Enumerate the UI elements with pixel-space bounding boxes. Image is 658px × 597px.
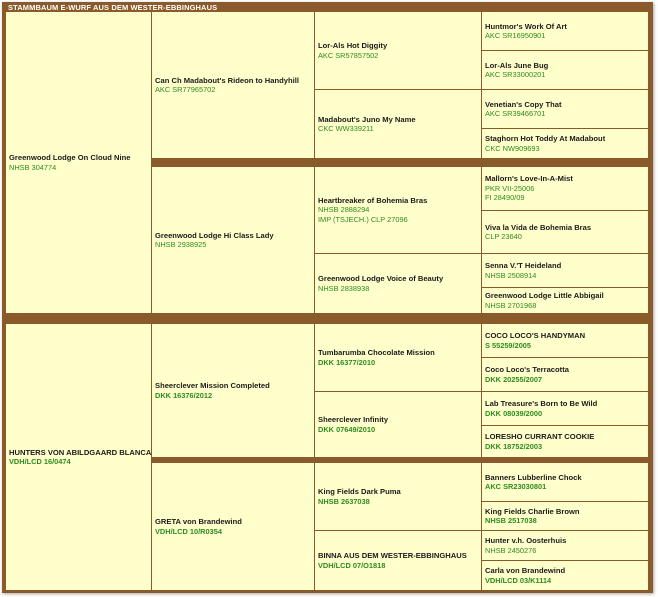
registration: NHSB 304774 <box>9 162 57 172</box>
dog-name: Staghorn Hot Toddy At Madabout <box>485 134 606 143</box>
registration: DKK 16377/2010 <box>318 357 376 367</box>
registration: AKC SR57857502 <box>318 50 379 60</box>
dog-name: Banners Lubberline Chock <box>485 472 582 482</box>
dog-name: Tumbarumba Chocolate Mission <box>318 348 435 357</box>
pedigree-cell-ssdd: Staghorn Hot Toddy At Madabout CKC NW909… <box>482 129 648 158</box>
pedigree-cell-ddss: Banners Lubberline Chock AKC SR23030801 <box>482 463 648 501</box>
dog-name: COCO LOCO'S HANDYMAN <box>485 331 586 340</box>
registration: NHSB 2508914 <box>485 270 537 280</box>
pedigree-cell-dsss: COCO LOCO'S HANDYMAN S 55259/2005 <box>482 324 648 357</box>
registration: PKR VII-25006 <box>485 183 535 193</box>
registration: CLP 23640 <box>485 232 522 241</box>
registration: VDH/LCD 07/O1818 <box>318 560 386 570</box>
dog-name: King Fields Dark Puma <box>318 487 401 496</box>
pedigree-cell-dsdd: LORESHO CURRANT COOKIE DKK 18752/2003 <box>482 426 648 457</box>
pedigree-cell-sdsd: Viva la Vida de Bohemia Bras CLP 23640 <box>482 211 648 253</box>
registration: AKC SR33000201 <box>485 70 546 79</box>
dog-name: GRETA von Brandewind <box>155 517 242 526</box>
pedigree-cell-dd: GRETA von Brandewind VDH/LCD 10/R0354 <box>152 463 314 590</box>
pedigree-cell-sddd: Greenwood Lodge Little Abbigail NHSB 270… <box>482 288 648 313</box>
pedigree-cell-sssd: Lor-Als June Bug AKC SR33000201 <box>482 51 648 89</box>
pedigree-cell-dsd: Sheerclever Infinity DKK 07649/2010 <box>315 392 481 457</box>
pedigree-cell-sdss: Mallorn's Love-In-A-Mist PKR VII-25006 F… <box>482 167 648 210</box>
dog-name: Mallorn's Love-In-A-Mist <box>485 174 573 184</box>
registration: NHSB 2938925 <box>155 240 207 249</box>
pedigree-cell-sdd: Greenwood Lodge Voice of Beauty NHSB 283… <box>315 254 481 313</box>
dog-name: Lor-Als Hot Diggity <box>318 41 388 50</box>
dog-name: Carla von Brandewind <box>485 566 566 575</box>
registration: VDH/LCD 03/K1114 <box>485 575 552 585</box>
pedigree-cell-dss: Tumbarumba Chocolate Mission DKK 16377/2… <box>315 324 481 391</box>
pedigree-cell-sire: Greenwood Lodge On Cloud Nine NHSB 30477… <box>6 12 151 313</box>
registration: S 55259/2005 <box>485 340 532 350</box>
registration: DKK 18752/2003 <box>485 441 543 451</box>
registration: AKC SR39466701 <box>485 109 546 118</box>
registration: FI 28490/09 <box>485 193 525 203</box>
pedigree-cell-ddd: BINNA AUS DEM WESTER-EBBINGHAUS VDH/LCD … <box>315 531 481 590</box>
pedigree-cell-ds: Sheerclever Mission Completed DKK 16376/… <box>152 324 314 457</box>
dog-name: Venetian's Copy That <box>485 99 562 109</box>
pedigree-cell-sds: Heartbreaker of Bohemia Bras NHSB 288829… <box>315 167 481 253</box>
registration: NHSB 2517038 <box>485 516 537 525</box>
pedigree-cell-dssd: Coco Loco's Terracotta DKK 20255/2007 <box>482 358 648 391</box>
dog-name: King Fields Charlie Brown <box>485 506 580 516</box>
registration: CKC WW339211 <box>318 124 374 133</box>
dog-name: Greenwood Lodge Little Abbigail <box>485 291 604 300</box>
pedigree-cell-ss: Can Ch Madabout's Rideon to Handyhill AK… <box>152 12 314 158</box>
registration: NHSB 2450276 <box>485 545 537 555</box>
dog-name: Can Ch Madabout's Rideon to Handyhill <box>155 75 299 85</box>
registration: CKC NW909693 <box>485 143 540 153</box>
registration: VDH/LCD 10/R0354 <box>155 526 222 536</box>
pedigree-cell-ddds: Hunter v.h. Oosterhuis NHSB 2450276 <box>482 531 648 560</box>
registration: IMP (TSJECH.) CLP 27096 <box>318 214 408 224</box>
registration: NHSB 2637038 <box>318 496 370 506</box>
dog-name: Sheerclever Infinity <box>318 415 389 424</box>
registration: AKC SR23030801 <box>485 482 547 491</box>
registration: VDH/LCD 16/0474 <box>9 457 71 466</box>
pedigree-cell-sdds: Senna V.'T Heideland NHSB 2508914 <box>482 254 648 287</box>
dog-name: Viva la Vida de Bohemia Bras <box>485 222 592 232</box>
registration: NHSB 2701968 <box>485 300 537 310</box>
registration: NHSB 2888294 <box>318 205 370 215</box>
registration: DKK 20255/2007 <box>485 374 543 384</box>
pedigree-cell-sss: Lor-Als Hot Diggity AKC SR57857502 <box>315 12 481 89</box>
dog-name: Coco Loco's Terracotta <box>485 365 569 374</box>
dog-name: Heartbreaker of Bohemia Bras <box>318 195 428 205</box>
registration: AKC SR16950901 <box>485 31 546 40</box>
dog-name: Greenwood Lodge Voice of Beauty <box>318 274 444 283</box>
pedigree-cell-ssds: Venetian's Copy That AKC SR39466701 <box>482 90 648 128</box>
registration: NHSB 2838938 <box>318 283 370 293</box>
dog-name: Greenwood Lodge Hi Class Lady <box>155 230 274 240</box>
pedigree-cell-sd: Greenwood Lodge Hi Class Lady NHSB 29389… <box>152 167 314 313</box>
pedigree-cell-ssd: Madabout's Juno My Name CKC WW339211 <box>315 90 481 158</box>
registration: DKK 07649/2010 <box>318 424 376 434</box>
pedigree-cell-dsds: Lab Treasure's Born to Be Wild DKK 08039… <box>482 392 648 425</box>
registration: DKK 08039/2000 <box>485 408 543 418</box>
pedigree-cell-dam: HUNTERS VON ABILDGAARD BLANCA VDH/LCD 16… <box>6 324 151 590</box>
pedigree-cell-ssss: Huntmor's Work Of Art AKC SR16950901 <box>482 12 648 50</box>
pedigree-cell-dds: King Fields Dark Puma NHSB 2637038 <box>315 463 481 530</box>
registration: AKC SR77965702 <box>155 85 216 94</box>
dog-name: BINNA AUS DEM WESTER-EBBINGHAUS <box>318 551 467 560</box>
dog-name: Madabout's Juno My Name <box>318 114 416 124</box>
dog-name: Sheerclever Mission Completed <box>155 381 270 390</box>
dog-name: Greenwood Lodge On Cloud Nine <box>9 153 131 162</box>
dog-name: Hunter v.h. Oosterhuis <box>485 536 567 545</box>
dog-name: Lor-Als June Bug <box>485 60 549 70</box>
pedigree-frame: STAMMBAUM E-WURF AUS DEM WESTER-EBBINGHA… <box>2 2 653 593</box>
registration: DKK 16376/2012 <box>155 390 213 400</box>
dog-name: Huntmor's Work Of Art <box>485 21 567 31</box>
dog-name: Lab Treasure's Born to Be Wild <box>485 399 598 408</box>
pedigree-cell-ddsd: King Fields Charlie Brown NHSB 2517038 <box>482 502 648 530</box>
dog-name: LORESHO CURRANT COOKIE <box>485 432 595 441</box>
dog-name: Senna V.'T Heideland <box>485 261 562 270</box>
dog-name: HUNTERS VON ABILDGAARD BLANCA <box>9 447 151 457</box>
pedigree-cell-dddd: Carla von Brandewind VDH/LCD 03/K1114 <box>482 561 648 590</box>
